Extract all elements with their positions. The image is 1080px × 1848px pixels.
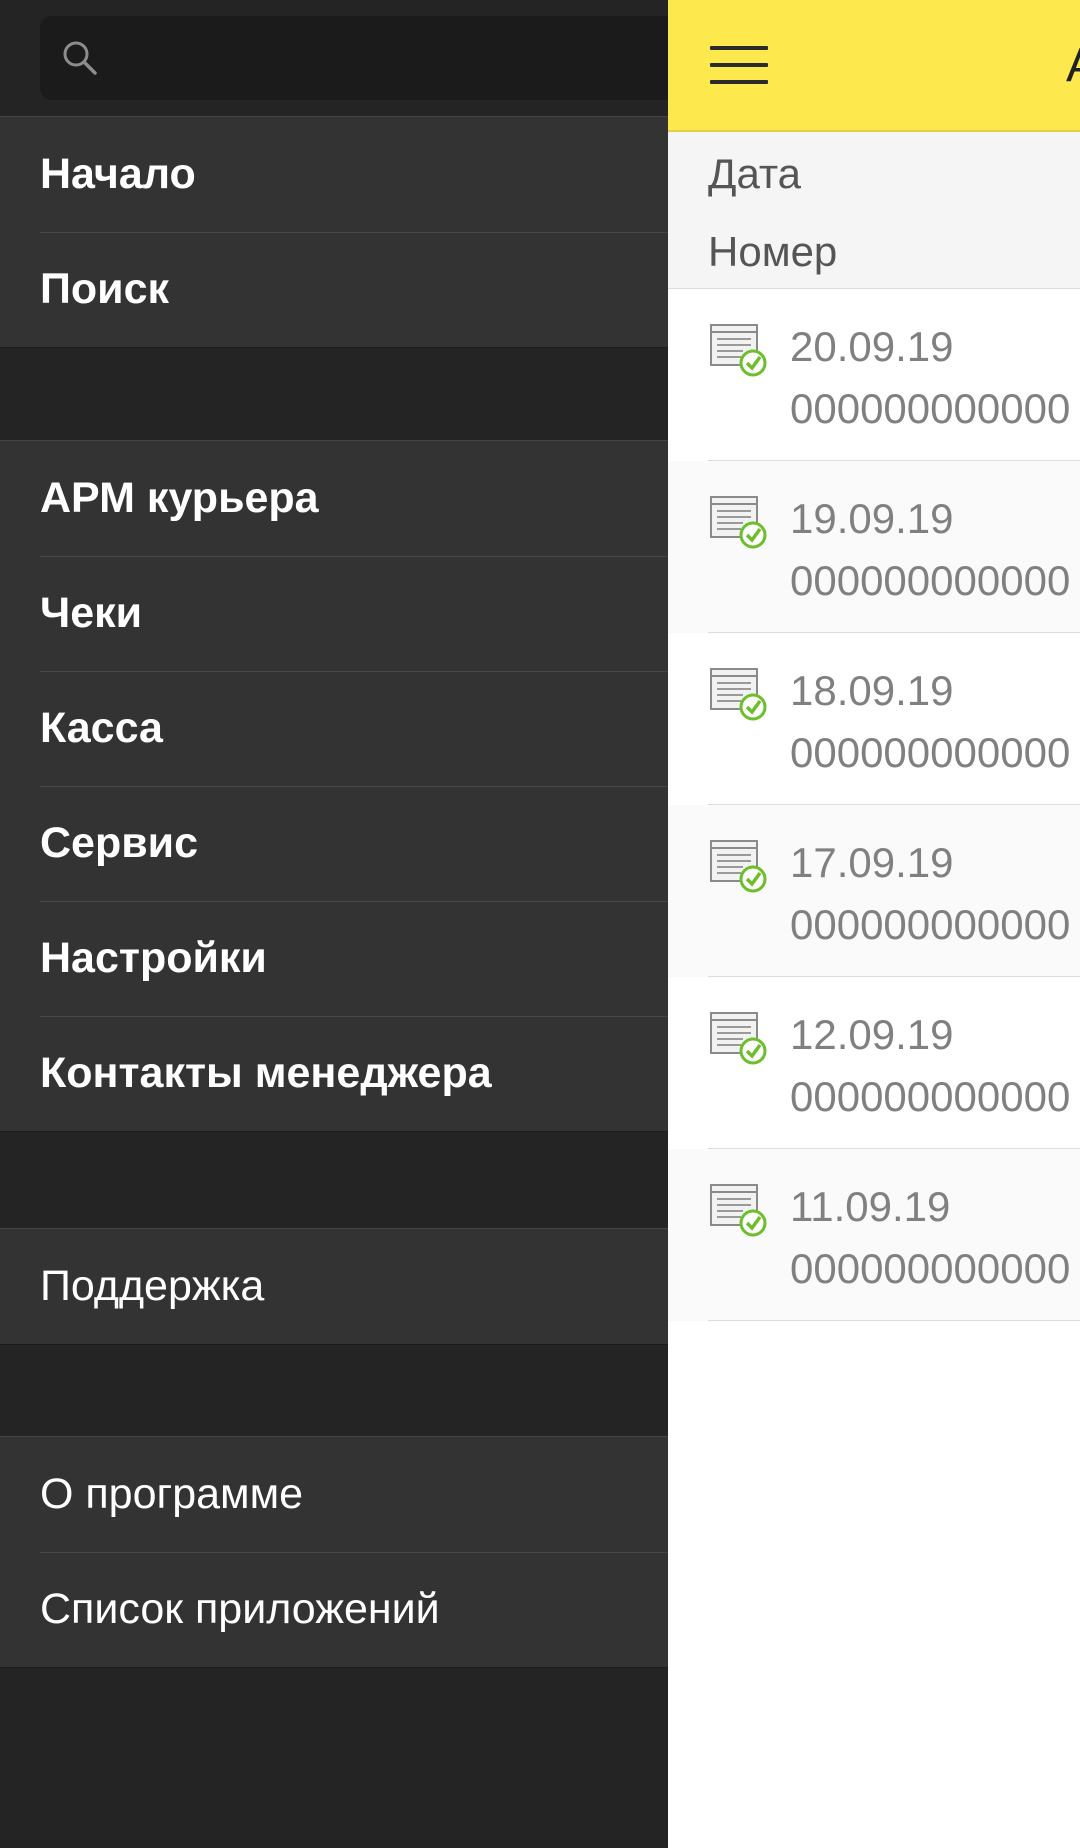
menu-item-manager-contacts[interactable]: Контакты менеджера <box>0 1016 668 1131</box>
list-item[interactable]: 11.09.19 000000000000 <box>668 1149 1080 1321</box>
menu-item-service[interactable]: Сервис <box>0 786 668 901</box>
menu-item-courier-workplace[interactable]: АРМ курьера <box>0 441 668 556</box>
menu-item-label: Чеки <box>40 589 143 637</box>
document-number: 000000000000 <box>790 901 1071 948</box>
menu-item-label: АРМ курьера <box>40 474 319 522</box>
menu-item-home[interactable]: Начало <box>0 117 668 232</box>
document-date: 11.09.19 <box>790 1183 951 1230</box>
document-list: 20.09.19 000000000000 19.09.19 000000000… <box>668 289 1080 1321</box>
list-item[interactable]: 18.09.19 000000000000 <box>668 633 1080 805</box>
document-list-screen: А Дата Номер 20.09.19 000000000000 <box>668 0 1080 1848</box>
menu-item-label: Сервис <box>40 819 199 867</box>
search-icon <box>63 41 97 75</box>
document-date: 18.09.19 <box>790 667 954 714</box>
menu-item-label: Поиск <box>40 265 170 313</box>
menu-item-label: Поддержка <box>40 1262 265 1310</box>
list-item[interactable]: 17.09.19 000000000000 <box>668 805 1080 977</box>
screen-title: А <box>1066 38 1080 93</box>
hamburger-icon[interactable] <box>710 44 768 86</box>
menu-item-label: Начало <box>40 150 196 198</box>
document-date: 20.09.19 <box>790 323 954 370</box>
list-item[interactable]: 12.09.19 000000000000 <box>668 977 1080 1149</box>
menu-item-label: О программе <box>40 1470 304 1518</box>
divider <box>708 1320 1080 1321</box>
document-number: 000000000000 <box>790 1073 1071 1120</box>
menu-item-support[interactable]: Поддержка <box>0 1229 668 1344</box>
column-header: Дата Номер <box>668 132 1080 289</box>
document-posted-icon <box>710 324 767 377</box>
column-header-number: Номер <box>708 228 838 275</box>
document-number: 000000000000 <box>790 729 1071 776</box>
menu-group-sections: АРМ курьера Чеки Касса Сервис Настройки … <box>0 440 668 1132</box>
document-number: 000000000000 <box>790 1245 1071 1292</box>
menu-item-about[interactable]: О программе <box>0 1437 668 1552</box>
menu-item-cash-register[interactable]: Касса <box>0 671 668 786</box>
menu-item-app-list[interactable]: Список приложений <box>0 1552 668 1667</box>
menu-item-search[interactable]: Поиск <box>0 232 668 347</box>
document-posted-icon <box>710 840 767 893</box>
document-posted-icon <box>710 496 767 549</box>
menu-item-label: Касса <box>40 704 163 752</box>
search-input[interactable] <box>124 16 668 102</box>
document-date: 17.09.19 <box>790 839 954 886</box>
app-bar: А <box>668 0 1080 132</box>
menu-group-about: О программе Список приложений <box>0 1436 668 1668</box>
document-number: 000000000000 <box>790 385 1071 432</box>
menu-group-main: Начало Поиск <box>0 116 668 348</box>
menu-item-label: Контакты менеджера <box>40 1049 492 1097</box>
column-header-date: Дата <box>708 150 802 197</box>
menu-group-support: Поддержка <box>0 1228 668 1345</box>
document-date: 12.09.19 <box>790 1011 954 1058</box>
menu-item-receipts[interactable]: Чеки <box>0 556 668 671</box>
menu-item-label: Настройки <box>40 934 267 982</box>
document-number: 000000000000 <box>790 557 1071 604</box>
document-date: 19.09.19 <box>790 495 954 542</box>
document-posted-icon <box>710 1184 767 1237</box>
document-posted-icon <box>710 1012 767 1065</box>
search-box[interactable] <box>40 16 668 102</box>
document-posted-icon <box>710 668 767 721</box>
navigation-drawer: Начало Поиск АРМ курьера Чеки Касса Серв… <box>0 0 668 1848</box>
menu-item-settings[interactable]: Настройки <box>0 901 668 1016</box>
menu-item-label: Список приложений <box>40 1585 440 1633</box>
list-item[interactable]: 19.09.19 000000000000 <box>668 461 1080 633</box>
list-item[interactable]: 20.09.19 000000000000 <box>668 289 1080 461</box>
